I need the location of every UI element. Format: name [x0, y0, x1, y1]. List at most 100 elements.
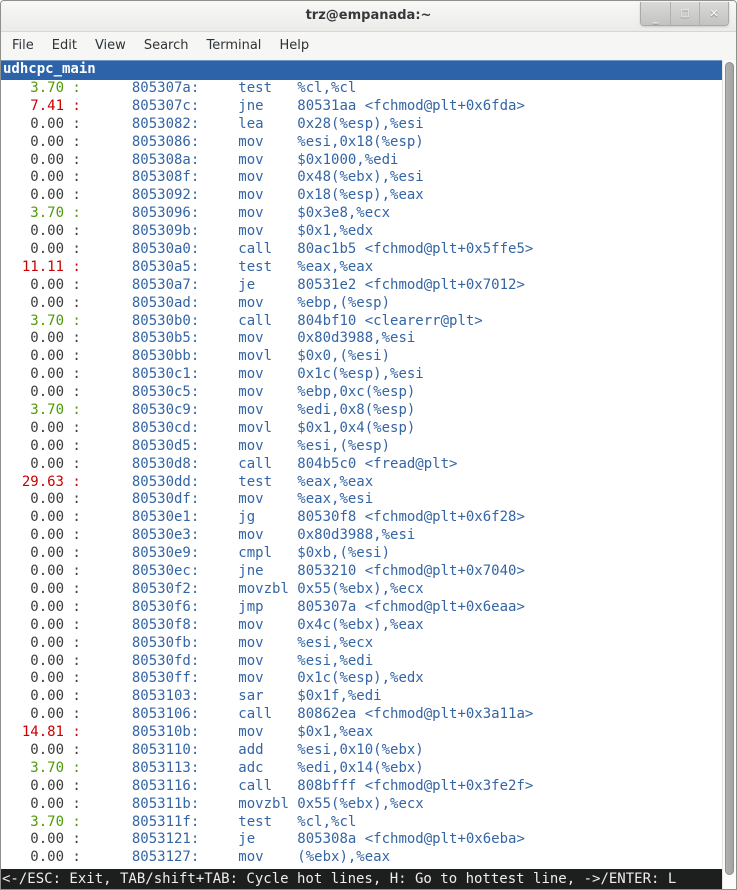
asm-row[interactable]: 0.00 : 80530f8: mov 0x4c(%ebx),%eax: [1, 617, 722, 635]
asm-row[interactable]: 3.70 : 8053096: mov $0x3e8,%ecx: [1, 205, 722, 223]
instruction-cell: mov 0x1c(%esp),%esi: [238, 366, 423, 384]
asm-row[interactable]: 0.00 : 80530bb: movl $0x0,(%esi): [1, 348, 722, 366]
menu-help[interactable]: Help: [270, 32, 318, 60]
asm-row[interactable]: 0.00 : 8053082: lea 0x28(%esp),%esi: [1, 116, 722, 134]
minimize-button[interactable]: _: [641, 2, 670, 25]
asm-row[interactable]: 0.00 : 805308a: mov $0x1000,%edi: [1, 152, 722, 170]
percent-cell: 0.00: [1, 438, 64, 456]
percent-cell: 0.00: [1, 849, 64, 867]
separator: :: [64, 134, 89, 152]
asm-row[interactable]: 0.00 : 8053086: mov %esi,0x18(%esp): [1, 134, 722, 152]
separator: :: [64, 384, 89, 402]
close-button[interactable]: ✕: [699, 2, 728, 25]
asm-row[interactable]: 0.00 : 8053116: call 808bfff <fchmod@plt…: [1, 778, 722, 796]
asm-row[interactable]: 3.70 : 805307a: test %cl,%cl: [1, 80, 722, 98]
asm-row[interactable]: 0.00 : 80530cd: movl $0x1,0x4(%esp): [1, 420, 722, 438]
asm-row[interactable]: 0.00 : 80530c5: mov %ebp,0xc(%esp): [1, 384, 722, 402]
asm-row[interactable]: 0.00 : 80530b5: mov 0x80d3988,%esi: [1, 330, 722, 348]
address-cell: 80530a5:: [89, 259, 199, 277]
asm-row[interactable]: 0.00 : 8053110: add %esi,0x10(%ebx): [1, 742, 722, 760]
function-header-row[interactable]: udhcpc_main: [1, 60, 722, 80]
asm-row[interactable]: 0.00 : 8053103: sar $0x1f,%edi: [1, 688, 722, 706]
address-cell: 8053110:: [89, 742, 199, 760]
asm-row[interactable]: 0.00 : 80530e3: mov 0x80d3988,%esi: [1, 527, 722, 545]
asm-row[interactable]: 3.70 : 8053113: adc %edi,0x14(%ebx): [1, 760, 722, 778]
asm-row[interactable]: 0.00 : 80530d8: call 804b5c0 <fread@plt>: [1, 456, 722, 474]
separator: :: [64, 670, 89, 688]
asm-row[interactable]: 0.00 : 80530ec: jne 8053210 <fchmod@plt+…: [1, 563, 722, 581]
asm-row[interactable]: 0.00 : 80530e1: jg 80530f8 <fchmod@plt+0…: [1, 509, 722, 527]
percent-cell: 0.00: [1, 384, 64, 402]
address-cell: 8053127:: [89, 849, 199, 867]
asm-row[interactable]: 0.00 : 8053106: call 80862ea <fchmod@plt…: [1, 706, 722, 724]
asm-row[interactable]: 0.00 : 80530ad: mov %ebp,(%esp): [1, 295, 722, 313]
asm-row[interactable]: 3.70 : 805311f: test %cl,%cl: [1, 814, 722, 832]
instruction-cell: sar $0x1f,%edi: [238, 688, 381, 706]
asm-row[interactable]: 0.00 : 8053092: mov 0x18(%esp),%eax: [1, 187, 722, 205]
asm-row[interactable]: 0.00 : 80530c1: mov 0x1c(%esp),%esi: [1, 366, 722, 384]
asm-row[interactable]: 0.00 : 80530a7: je 80531e2 <fchmod@plt+0…: [1, 277, 722, 295]
separator: :: [64, 545, 89, 563]
terminal-screen[interactable]: udhcpc_main 3.70 : 805307a: test %cl,%cl…: [1, 60, 736, 889]
address-cell: 80530df:: [89, 491, 199, 509]
asm-row[interactable]: 0.00 : 805309b: mov $0x1,%edx: [1, 223, 722, 241]
asm-row[interactable]: 0.00 : 80530d5: mov %esi,(%esp): [1, 438, 722, 456]
percent-cell: 3.70: [1, 814, 64, 832]
percent-cell: 0.00: [1, 420, 64, 438]
percent-cell: 0.00: [1, 599, 64, 617]
asm-row[interactable]: 3.70 : 80530c9: mov %edi,0x8(%esp): [1, 402, 722, 420]
instruction-cell: mov %ebp,(%esp): [238, 295, 390, 313]
asm-row[interactable]: 0.00 : 80530df: mov %eax,%esi: [1, 491, 722, 509]
asm-row[interactable]: 0.00 : 80530ff: mov 0x1c(%esp),%edx: [1, 670, 722, 688]
address-cell: 80530e3:: [89, 527, 199, 545]
asm-row[interactable]: 0.00 : 805311b: movzbl 0x55(%ebx),%ecx: [1, 796, 722, 814]
separator: :: [64, 98, 89, 116]
instruction-cell: call 804b5c0 <fread@plt>: [238, 456, 457, 474]
asm-row[interactable]: 0.00 : 805308f: mov 0x48(%ebx),%esi: [1, 169, 722, 187]
scrollbar[interactable]: [722, 60, 736, 889]
instruction-cell: mov 0x80d3988,%esi: [238, 330, 415, 348]
percent-cell: 11.11: [1, 259, 64, 277]
separator: :: [64, 152, 89, 170]
instruction-cell: movzbl 0x55(%ebx),%ecx: [238, 796, 423, 814]
address-cell: 80530bb:: [89, 348, 199, 366]
titlebar[interactable]: trz@empanada:~ _ □ ✕: [1, 1, 736, 32]
menu-view[interactable]: View: [86, 32, 135, 60]
percent-cell: 0.00: [1, 742, 64, 760]
separator: :: [64, 456, 89, 474]
asm-row[interactable]: 0.00 : 8053121: je 805308a <fchmod@plt+0…: [1, 831, 722, 849]
instruction-cell: mov 0x48(%ebx),%esi: [238, 169, 423, 187]
asm-row[interactable]: 14.81 : 805310b: mov $0x1,%eax: [1, 724, 722, 742]
percent-cell: 0.00: [1, 617, 64, 635]
address-cell: 8053082:: [89, 116, 199, 134]
window-title: trz@empanada:~: [1, 1, 736, 31]
asm-row[interactable]: 0.00 : 8053127: mov (%ebx),%eax: [1, 849, 722, 867]
menu-file[interactable]: File: [3, 32, 43, 60]
asm-row[interactable]: 3.70 : 80530b0: call 804bf10 <clearerr@p…: [1, 313, 722, 331]
separator: :: [64, 259, 89, 277]
address-cell: 805308f:: [89, 169, 199, 187]
percent-cell: 3.70: [1, 760, 64, 778]
instruction-cell: add %esi,0x10(%ebx): [238, 742, 423, 760]
asm-row[interactable]: 7.41 : 805307c: jne 80531aa <fchmod@plt+…: [1, 98, 722, 116]
menu-edit[interactable]: Edit: [43, 32, 86, 60]
percent-cell: 0.00: [1, 134, 64, 152]
instruction-cell: mov %eax,%esi: [238, 491, 373, 509]
asm-row[interactable]: 11.11 : 80530a5: test %eax,%eax: [1, 259, 722, 277]
separator: :: [64, 420, 89, 438]
address-cell: 80530f2:: [89, 581, 199, 599]
asm-row[interactable]: 0.00 : 80530a0: call 80ac1b5 <fchmod@plt…: [1, 241, 722, 259]
asm-row[interactable]: 0.00 : 80530fd: mov %esi,%edi: [1, 653, 722, 671]
menu-search[interactable]: Search: [135, 32, 198, 60]
asm-row[interactable]: 0.00 : 80530f2: movzbl 0x55(%ebx),%ecx: [1, 581, 722, 599]
instruction-cell: mov %esi,%ecx: [238, 635, 373, 653]
asm-row[interactable]: 0.00 : 80530f6: jmp 805307a <fchmod@plt+…: [1, 599, 722, 617]
scrollbar-thumb[interactable]: [725, 62, 734, 875]
asm-row[interactable]: 0.00 : 80530e9: cmpl $0xb,(%esi): [1, 545, 722, 563]
asm-row[interactable]: 0.00 : 80530fb: mov %esi,%ecx: [1, 635, 722, 653]
maximize-button[interactable]: □: [670, 2, 699, 25]
asm-row[interactable]: 29.63 : 80530dd: test %eax,%eax: [1, 474, 722, 492]
instruction-cell: test %eax,%eax: [238, 259, 373, 277]
percent-cell: 0.00: [1, 706, 64, 724]
menu-terminal[interactable]: Terminal: [197, 32, 270, 60]
